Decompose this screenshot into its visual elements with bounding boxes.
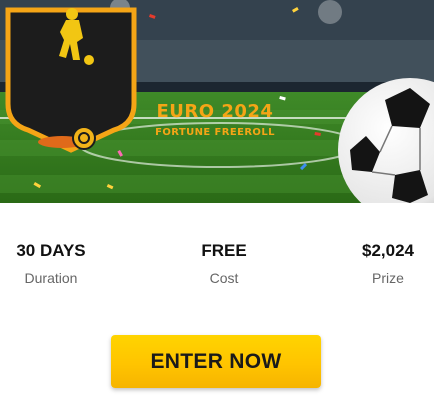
stat-cost: FREE Cost bbox=[184, 241, 264, 286]
stat-cost-label: Cost bbox=[209, 270, 239, 286]
stat-duration-value: 30 DAYS bbox=[16, 241, 86, 260]
stat-duration-label: Duration bbox=[24, 270, 78, 286]
promo-subtitle: FORTUNE FREEROLL bbox=[155, 127, 275, 138]
stat-prize-label: Prize bbox=[372, 270, 404, 286]
euro-2024-badge-icon bbox=[5, 7, 137, 153]
stat-cost-value: FREE bbox=[201, 241, 247, 260]
stat-prize: $2,024 Prize bbox=[346, 241, 430, 286]
promo-stats: 30 DAYS Duration FREE Cost $2,024 Prize bbox=[0, 241, 434, 291]
promo-banner: EURO 2024 FORTUNE FREEROLL bbox=[0, 0, 434, 203]
stat-prize-value: $2,024 bbox=[362, 241, 414, 260]
promo-title: EURO 2024 bbox=[156, 101, 274, 122]
stat-duration: 30 DAYS Duration bbox=[10, 241, 92, 286]
enter-now-button[interactable]: ENTER NOW bbox=[111, 335, 321, 388]
